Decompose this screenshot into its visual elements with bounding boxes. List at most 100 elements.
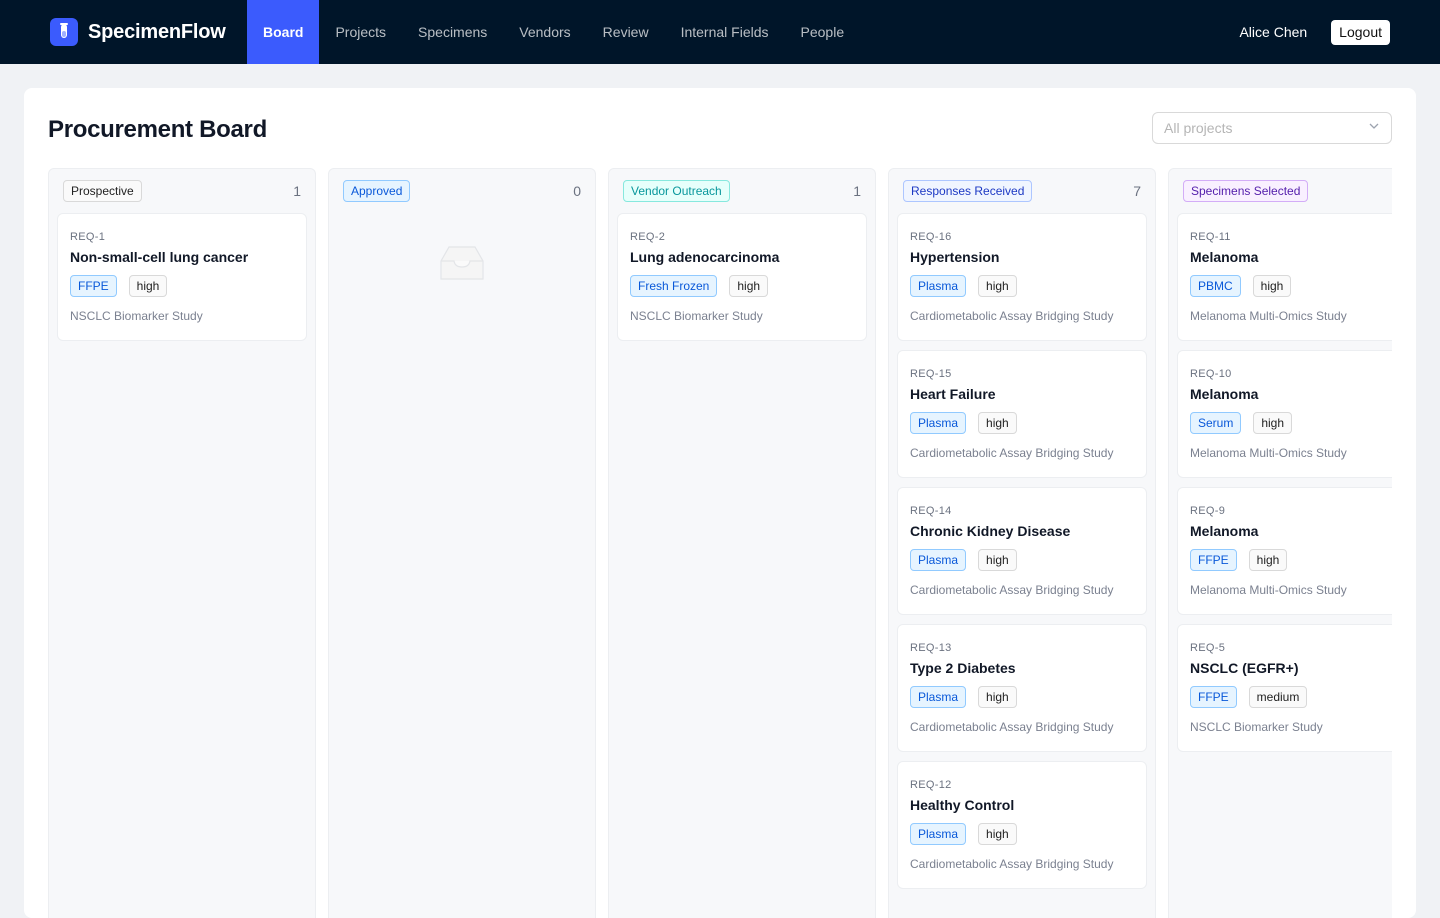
- request-title: Melanoma: [1190, 249, 1259, 265]
- request-title: Melanoma: [1190, 386, 1259, 402]
- request-title: Heart Failure: [910, 386, 996, 402]
- card-tags: Serum high: [1190, 412, 1392, 434]
- request-id: REQ-15: [910, 368, 952, 380]
- specimen-type-tag: FFPE: [1190, 549, 1237, 571]
- priority-tag: high: [1252, 275, 1292, 297]
- chevron-down-icon: [1368, 119, 1380, 137]
- request-card[interactable]: REQ-15 Heart Failure Plasma high Cardiom…: [897, 350, 1147, 478]
- nav-item-projects[interactable]: Projects: [319, 0, 402, 64]
- request-title: Chronic Kidney Disease: [910, 523, 1071, 539]
- nav-item-vendors[interactable]: Vendors: [503, 0, 586, 64]
- priority-tag: high: [978, 275, 1017, 297]
- column-status-tag: Approved: [343, 180, 411, 202]
- request-id: REQ-5: [1190, 642, 1226, 654]
- nav-item-specimens[interactable]: Specimens: [402, 0, 503, 64]
- project-name: Cardiometabolic Assay Bridging Study: [910, 309, 1114, 323]
- card-tags: Plasma high: [910, 549, 1134, 571]
- card-tags: FFPE high: [1190, 549, 1392, 571]
- project-filter-select[interactable]: All projects: [1152, 112, 1392, 144]
- card-tags: PBMC high: [1190, 275, 1392, 297]
- project-name: NSCLC Biomarker Study: [1190, 720, 1323, 734]
- column-responses-received: Responses Received 7 REQ-16 Hypertension…: [888, 168, 1156, 918]
- project-name: Cardiometabolic Assay Bridging Study: [910, 446, 1114, 460]
- column-vendor-outreach: Vendor Outreach 1 REQ-2 Lung adenocarcin…: [608, 168, 876, 918]
- column-status-tag: Prospective: [63, 180, 142, 202]
- project-name: Cardiometabolic Assay Bridging Study: [910, 857, 1114, 871]
- specimen-type-tag: Fresh Frozen: [630, 275, 718, 297]
- request-id: REQ-9: [1190, 505, 1226, 517]
- project-name: Cardiometabolic Assay Bridging Study: [910, 720, 1114, 734]
- request-card[interactable]: REQ-5 NSCLC (EGFR+) FFPE medium NSCLC Bi…: [1177, 624, 1392, 752]
- column-approved: Approved 0: [328, 168, 596, 918]
- project-filter-placeholder: All projects: [1164, 120, 1233, 136]
- request-card[interactable]: REQ-2 Lung adenocarcinoma Fresh Frozen h…: [617, 213, 867, 341]
- project-name: Melanoma Multi-Omics Study: [1190, 309, 1347, 323]
- project-name: NSCLC Biomarker Study: [70, 309, 203, 323]
- request-card[interactable]: REQ-9 Melanoma FFPE high Melanoma Multi-…: [1177, 487, 1392, 615]
- priority-tag: high: [729, 275, 769, 297]
- request-title: Type 2 Diabetes: [910, 660, 1016, 676]
- app-name: SpecimenFlow: [88, 20, 226, 43]
- request-card[interactable]: REQ-13 Type 2 Diabetes Plasma high Cardi…: [897, 624, 1147, 752]
- specimen-type-tag: Plasma: [910, 549, 967, 571]
- request-id: REQ-2: [630, 231, 666, 243]
- request-card[interactable]: REQ-10 Melanoma Serum high Melanoma Mult…: [1177, 350, 1392, 478]
- specimen-type-tag: FFPE: [70, 275, 117, 297]
- specimen-type-tag: FFPE: [1190, 686, 1237, 708]
- main-nav: Board Projects Specimens Vendors Review …: [247, 0, 860, 64]
- priority-tag: high: [978, 686, 1017, 708]
- request-id: REQ-12: [910, 779, 952, 791]
- specimen-type-tag: Plasma: [910, 823, 967, 845]
- nav-item-people[interactable]: People: [785, 0, 861, 64]
- priority-tag: medium: [1248, 686, 1308, 708]
- request-card[interactable]: REQ-14 Chronic Kidney Disease Plasma hig…: [897, 487, 1147, 615]
- column-header: Specimens Selected: [1169, 169, 1392, 213]
- kanban-board: Prospective 1 REQ-1 Non-small-cell lung …: [48, 168, 1392, 918]
- column-header: Prospective 1: [49, 169, 315, 213]
- request-card[interactable]: REQ-16 Hypertension Plasma high Cardiome…: [897, 213, 1147, 341]
- priority-tag: high: [978, 412, 1017, 434]
- inbox-icon: [437, 243, 487, 283]
- request-title: Healthy Control: [910, 797, 1015, 813]
- column-prospective: Prospective 1 REQ-1 Non-small-cell lung …: [48, 168, 316, 918]
- column-status-tag: Vendor Outreach: [623, 180, 730, 202]
- card-tags: Plasma high: [910, 412, 1134, 434]
- test-tube-icon: [50, 18, 78, 46]
- request-id: REQ-13: [910, 642, 952, 654]
- priority-tag: high: [128, 275, 168, 297]
- request-card[interactable]: REQ-11 Melanoma PBMC high Melanoma Multi…: [1177, 213, 1392, 341]
- specimen-type-tag: PBMC: [1190, 275, 1241, 297]
- priority-tag: high: [1248, 549, 1288, 571]
- card-tags: Plasma high: [910, 823, 1134, 845]
- request-title: Non-small-cell lung cancer: [70, 249, 249, 265]
- specimen-type-tag: Serum: [1190, 412, 1242, 434]
- request-id: REQ-14: [910, 505, 952, 517]
- nav-item-internal-fields[interactable]: Internal Fields: [665, 0, 785, 64]
- card-tags: Plasma high: [910, 275, 1134, 297]
- column-header: Vendor Outreach 1: [609, 169, 875, 213]
- column-count: 1: [853, 183, 861, 199]
- request-card[interactable]: REQ-1 Non-small-cell lung cancer FFPE hi…: [57, 213, 307, 341]
- request-card[interactable]: REQ-12 Healthy Control Plasma high Cardi…: [897, 761, 1147, 889]
- request-id: REQ-1: [70, 231, 106, 243]
- nav-item-review[interactable]: Review: [587, 0, 665, 64]
- request-title: Lung adenocarcinoma: [630, 249, 780, 265]
- logout-button[interactable]: Logout: [1331, 19, 1390, 45]
- brand[interactable]: SpecimenFlow: [50, 0, 247, 64]
- project-name: NSCLC Biomarker Study: [630, 309, 763, 323]
- column-count: 0: [573, 183, 581, 199]
- request-title: Melanoma: [1190, 523, 1259, 539]
- priority-tag: high: [978, 549, 1017, 571]
- card-tags: Plasma high: [910, 686, 1134, 708]
- nav-item-board[interactable]: Board: [247, 0, 320, 64]
- priority-tag: high: [1253, 412, 1293, 434]
- card-tags: FFPE high: [70, 275, 294, 297]
- project-name: Cardiometabolic Assay Bridging Study: [910, 583, 1114, 597]
- user-area: Alice Chen Logout: [1239, 19, 1390, 45]
- top-navigation-bar: SpecimenFlow Board Projects Specimens Ve…: [0, 0, 1440, 64]
- specimen-type-tag: Plasma: [910, 275, 967, 297]
- request-id: REQ-10: [1190, 368, 1232, 380]
- card-tags: Fresh Frozen high: [630, 275, 854, 297]
- request-title: NSCLC (EGFR+): [1190, 660, 1299, 676]
- project-name: Melanoma Multi-Omics Study: [1190, 446, 1347, 460]
